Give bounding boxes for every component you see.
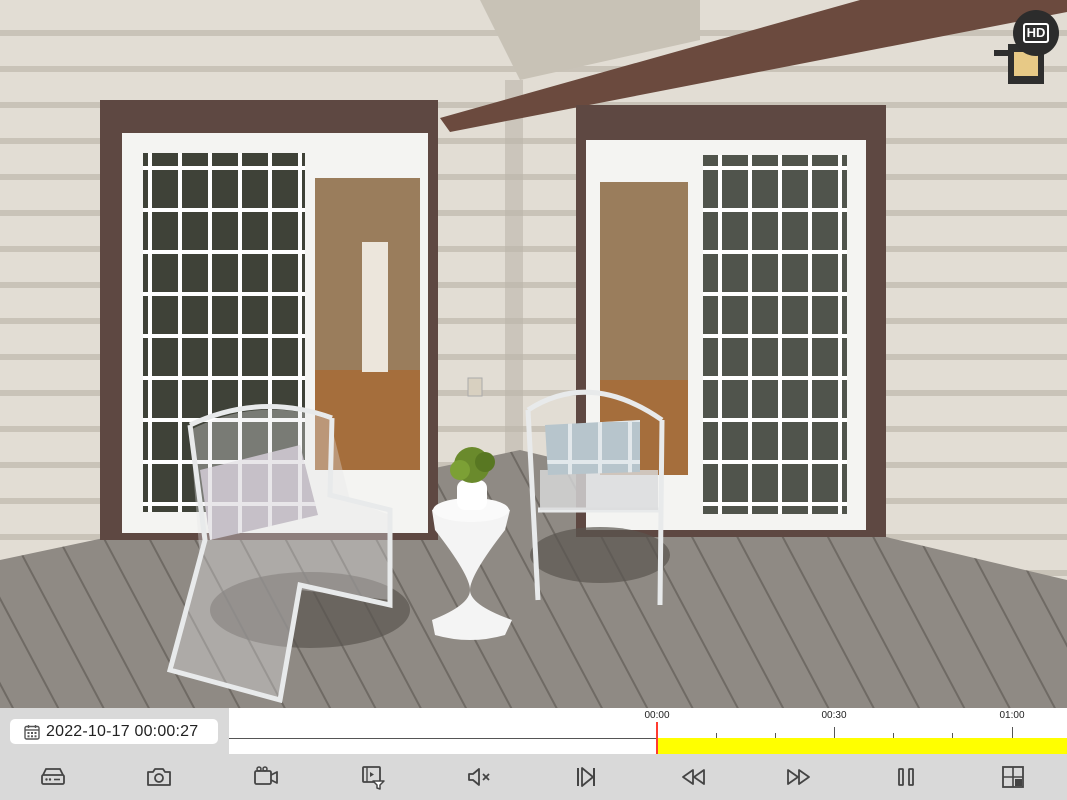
record-video-icon: [254, 766, 278, 785]
mute-icon: [468, 768, 490, 786]
record-video-button[interactable]: [241, 754, 291, 800]
playback-timestamp: 2022-10-17 00:00:27: [46, 722, 199, 740]
camera-video-view[interactable]: HD: [0, 0, 1067, 708]
fast-forward-icon: [787, 769, 810, 785]
clip-export-button[interactable]: [348, 754, 398, 800]
clip-export-icon: [362, 766, 385, 790]
next-frame-button[interactable]: [561, 754, 611, 800]
rewind-button[interactable]: [668, 754, 718, 800]
next-frame-icon: [577, 767, 595, 787]
fast-forward-button[interactable]: [774, 754, 824, 800]
layout-grid-icon: [1002, 766, 1024, 788]
snapshot-camera-icon: [147, 768, 171, 786]
tick-label: 01:00: [999, 710, 1025, 721]
tick-label: 00:30: [821, 710, 847, 721]
playhead-cursor[interactable]: [656, 722, 658, 754]
major-tick: [834, 727, 835, 738]
rewind-icon: [682, 769, 705, 785]
recording-segment[interactable]: [657, 738, 1067, 754]
hd-badge-label: HD: [1022, 23, 1050, 43]
layout-grid-button[interactable]: [988, 754, 1038, 800]
timeline-track[interactable]: 00:00 00:30 01:00: [229, 708, 1067, 754]
hd-quality-button[interactable]: HD: [1013, 10, 1059, 56]
tick-label: 00:00: [644, 710, 670, 721]
major-tick: [1012, 727, 1013, 738]
date-picker-button[interactable]: 2022-10-17 00:00:27: [10, 719, 218, 744]
playback-toolbar: [0, 754, 1067, 800]
playback-screen: HD 2022-10-17 00:00:27 00:00 00:30 01:00: [0, 0, 1067, 800]
pause-icon: [898, 768, 914, 786]
nvr-device-button[interactable]: [28, 754, 78, 800]
mute-button[interactable]: [454, 754, 504, 800]
pause-button[interactable]: [881, 754, 931, 800]
patio-scene: [0, 0, 1067, 708]
nvr-device-icon: [41, 768, 65, 785]
timeline-row: 2022-10-17 00:00:27 00:00 00:30 01:00: [0, 708, 1067, 754]
calendar-icon: [24, 724, 40, 740]
snapshot-button[interactable]: [134, 754, 184, 800]
